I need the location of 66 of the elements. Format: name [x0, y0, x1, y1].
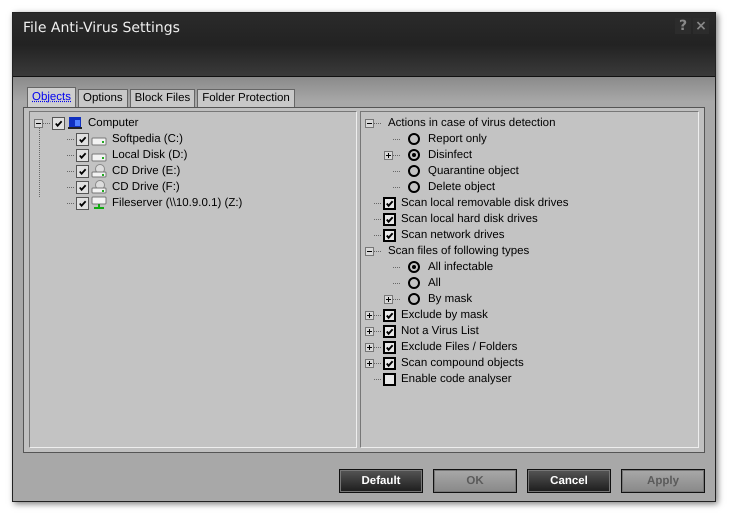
radio-button[interactable] [408, 293, 420, 305]
cd-drive-icon [91, 164, 107, 178]
dialog-button[interactable]: Default [339, 469, 423, 493]
tree-item[interactable]: CD Drive (E:) [112, 165, 180, 177]
checkbox[interactable] [383, 356, 396, 370]
option-label[interactable]: Scan compound objects [401, 357, 524, 369]
expand-icon[interactable] [365, 326, 374, 336]
checkbox[interactable] [76, 148, 89, 162]
tree-item[interactable]: Fileserver (\\10.9.0.1) (Z:) [112, 197, 242, 209]
expand-icon[interactable] [365, 358, 374, 368]
option-label[interactable]: Scan network drives [401, 229, 505, 241]
tab[interactable]: Folder Protection [197, 89, 295, 107]
collapse-icon[interactable] [365, 118, 374, 128]
tab[interactable]: Options [78, 89, 128, 107]
radio-button[interactable] [408, 165, 420, 177]
expand-icon[interactable] [365, 310, 374, 320]
group-label: Actions in case of virus detection [388, 117, 556, 129]
radio-button[interactable] [408, 133, 420, 145]
help-button[interactable]: ? [675, 18, 691, 34]
radio-button[interactable] [408, 261, 420, 273]
collapse-icon[interactable] [34, 118, 43, 128]
option-label[interactable]: Enable code analyser [401, 373, 512, 385]
tree-item[interactable]: Local Disk (D:) [112, 149, 188, 161]
option-label[interactable]: Exclude Files / Folders [401, 341, 518, 353]
checkbox[interactable] [383, 340, 396, 354]
checkbox[interactable] [76, 164, 89, 178]
option-label[interactable]: Report only [428, 133, 487, 145]
expand-icon[interactable] [384, 150, 393, 160]
expand-icon[interactable] [365, 342, 374, 352]
tree-item[interactable]: Computer [88, 117, 138, 129]
checkbox[interactable] [76, 196, 89, 210]
checkbox[interactable] [52, 116, 65, 130]
checkbox[interactable] [383, 372, 396, 386]
option-label[interactable]: All infectable [428, 261, 494, 273]
checkbox[interactable] [76, 132, 89, 146]
option-label[interactable]: Not a Virus List [401, 325, 479, 337]
cd-drive-icon [91, 180, 107, 194]
dialog-button[interactable]: Cancel [527, 469, 611, 493]
option-label[interactable]: All [428, 277, 441, 289]
group-label: Scan files of following types [388, 245, 530, 257]
tree-item[interactable]: CD Drive (F:) [112, 181, 180, 193]
option-label[interactable]: Scan local hard disk drives [401, 213, 538, 225]
tab[interactable]: Objects [27, 87, 76, 107]
option-label[interactable]: Quarantine object [428, 165, 519, 177]
option-label[interactable]: By mask [428, 293, 472, 305]
expand-icon[interactable] [384, 294, 393, 304]
checkbox[interactable] [383, 228, 396, 242]
window-title: File Anti-Virus Settings [23, 20, 180, 36]
option-label[interactable]: Delete object [428, 181, 496, 193]
close-button[interactable]: × [693, 18, 709, 34]
option-label[interactable]: Scan local removable disk drives [401, 197, 568, 209]
computer-icon [67, 116, 83, 130]
network-drive-icon [91, 196, 107, 210]
checkbox[interactable] [383, 212, 396, 226]
radio-button[interactable] [408, 277, 420, 289]
option-label[interactable]: Exclude by mask [401, 309, 488, 321]
checkbox[interactable] [383, 308, 396, 322]
radio-button[interactable] [408, 149, 420, 161]
checkbox[interactable] [383, 196, 396, 210]
collapse-icon[interactable] [365, 246, 374, 256]
tree-item[interactable]: Softpedia (C:) [112, 133, 183, 145]
checkbox[interactable] [383, 324, 396, 338]
checkbox[interactable] [76, 180, 89, 194]
option-label[interactable]: Disinfect [428, 149, 472, 161]
tab[interactable]: Block Files [130, 89, 196, 107]
radio-button[interactable] [408, 181, 420, 193]
